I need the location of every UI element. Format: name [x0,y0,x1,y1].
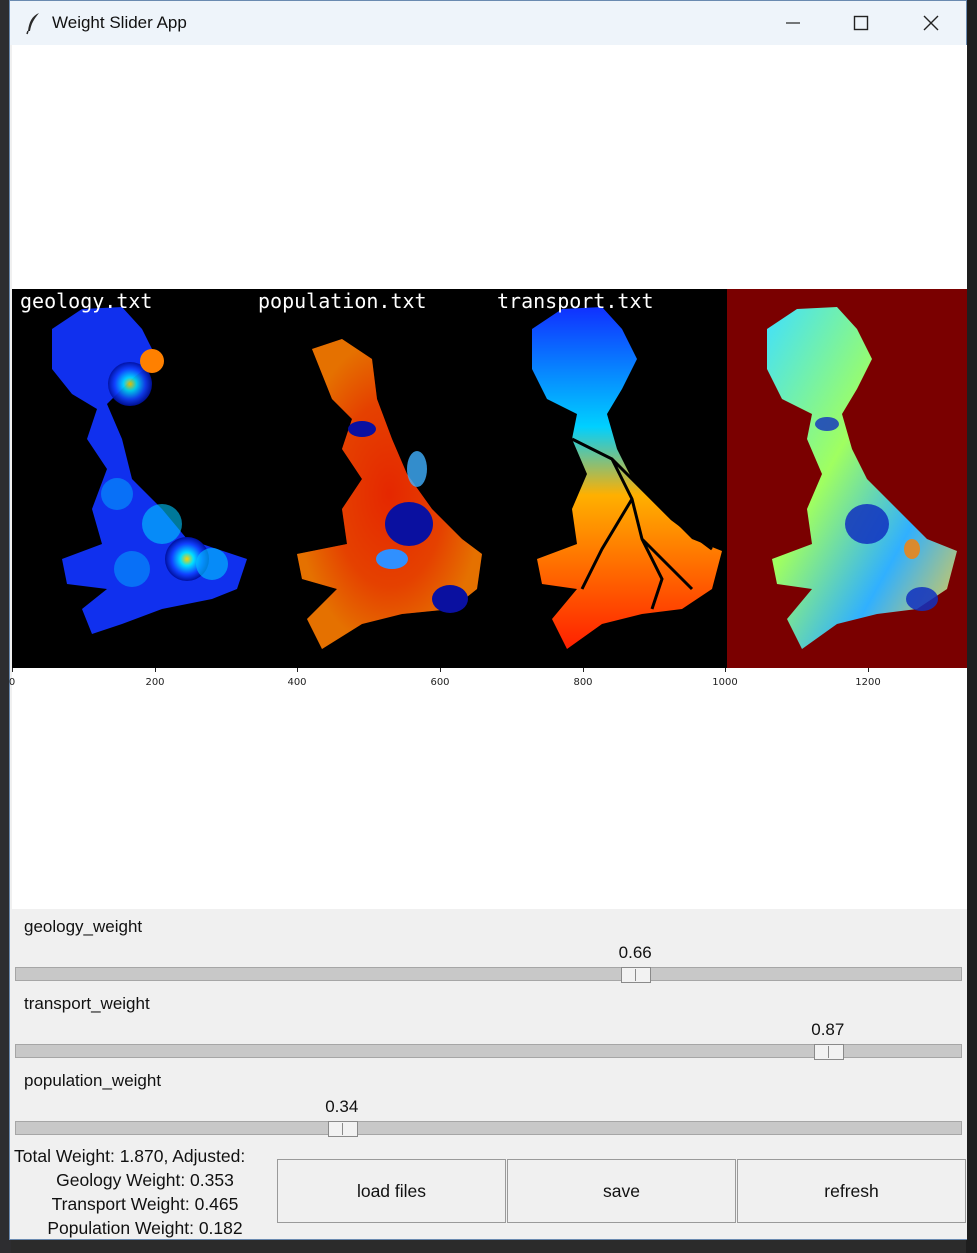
x-tick-mark [725,668,726,672]
close-icon [923,15,939,31]
weight-summary: Total Weight: 1.870, Adjusted: Geology W… [12,1144,278,1240]
population-weight-value: 0.34 [325,1097,359,1116]
total-weight-text: Total Weight: 1.870, Adjusted: [14,1146,246,1166]
plot-canvas: geology.txt population.txt transport.txt… [8,45,967,909]
transport-adjusted-text: Transport Weight: 0.465 [51,1194,239,1214]
desktop-right-edge [966,0,977,1253]
minimize-button[interactable] [758,1,828,45]
feather-icon [26,13,39,35]
geology-weight-label: geology_weight [24,917,143,936]
x-tick-label: 0 [8,677,16,688]
save-button[interactable]: save [507,1159,736,1223]
geology-weight-slider[interactable] [15,967,962,983]
minimize-icon [786,22,800,24]
load-files-button[interactable]: load files [277,1159,506,1223]
x-tick-label: 400 [287,677,307,688]
map-figure: geology.txt population.txt transport.txt [12,289,967,668]
window-title: Weight Slider App [52,13,187,32]
geology-adjusted-text: Geology Weight: 0.353 [56,1170,234,1190]
panel-label-population: population.txt [258,289,427,313]
population-adjusted-text: Population Weight: 0.182 [47,1218,243,1238]
population-weight-thumb[interactable] [327,1121,358,1137]
transport-weight-value: 0.87 [811,1020,845,1039]
x-tick-label: 200 [145,677,165,688]
app-window: Weight Slider App geology.txt population… [9,0,967,1240]
refresh-button[interactable]: refresh [737,1159,966,1223]
transport-weight-thumb[interactable] [813,1044,844,1060]
x-tick-label: 800 [573,677,593,688]
transport-panel [532,307,722,649]
x-tick-mark [868,668,869,672]
x-axis: 0 200 400 600 800 1000 1200 [8,668,967,688]
x-tick-mark [155,668,156,672]
geology-weight-value: 0.66 [618,943,652,962]
controls-panel: geology_weight 0.66 transport_weight 0.8… [12,909,967,1239]
population-weight-slider[interactable] [15,1121,962,1137]
x-tick-mark [297,668,298,672]
population-panel [297,339,482,649]
transport-weight-slider[interactable] [15,1044,962,1060]
panel-label-transport: transport.txt [497,289,654,313]
title-bar[interactable]: Weight Slider App [10,1,966,45]
map-panels: geology.txt population.txt transport.txt [20,289,967,668]
x-tick-label: 600 [430,677,450,688]
close-button[interactable] [896,1,966,45]
x-tick-mark [12,668,13,672]
x-tick-label: 1200 [855,677,881,688]
maximize-button[interactable] [826,1,896,45]
geology-panel [52,307,247,634]
x-tick-mark [440,668,441,672]
x-tick-label: 1000 [712,677,738,688]
maximize-icon [853,15,869,31]
geology-weight-thumb[interactable] [621,967,652,983]
x-tick-mark [583,668,584,672]
population-weight-label: population_weight [24,1071,162,1090]
transport-weight-label: transport_weight [24,994,150,1013]
panel-label-geology: geology.txt [20,289,152,313]
